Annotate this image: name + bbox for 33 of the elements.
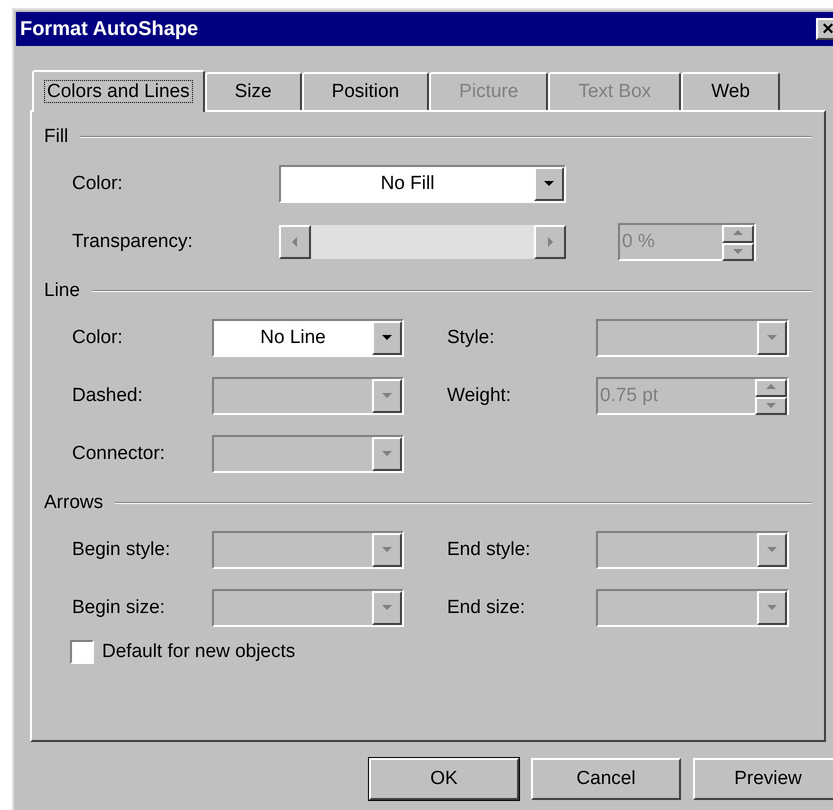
window-title: Format AutoShape <box>20 17 198 42</box>
dropdown-arrow-button[interactable] <box>372 321 402 355</box>
dropdown-field[interactable]: No Fill <box>279 165 566 203</box>
dialog-button[interactable]: OK <box>369 758 519 800</box>
dropdown-arrow-button[interactable] <box>534 167 564 201</box>
field-label: End style: <box>447 538 530 560</box>
spinner-value: 0 % <box>622 230 655 254</box>
field-label: Style: <box>447 326 495 348</box>
checkbox-label: Default for new objects <box>102 640 296 664</box>
field-label: Dashed: <box>72 384 143 406</box>
field-label: Begin size: <box>72 596 165 618</box>
section-heading: Line <box>44 278 80 303</box>
dialog-button[interactable]: Cancel <box>531 758 681 800</box>
dropdown-value: No Fill <box>380 172 434 196</box>
section-heading: Arrows <box>44 490 104 515</box>
field-label: Transparency: <box>72 230 193 252</box>
close-button[interactable]: × <box>816 18 833 40</box>
tab[interactable]: Position <box>302 72 430 110</box>
spinner-value: 0.75 pt <box>600 384 658 408</box>
field-label: Begin style: <box>72 538 170 560</box>
dialog-button[interactable]: Preview <box>693 758 833 800</box>
field-label: Color: <box>72 326 123 348</box>
field-label: Color: <box>72 172 123 194</box>
checkbox[interactable] <box>70 640 94 664</box>
field-label: Weight: <box>447 384 512 406</box>
tab[interactable]: Size <box>204 72 302 110</box>
field-label: Connector: <box>72 442 165 464</box>
section-heading: Fill <box>44 124 68 149</box>
dropdown-field[interactable]: No Line <box>212 319 404 357</box>
tab[interactable]: Web <box>681 72 780 110</box>
field-label: End size: <box>447 596 526 618</box>
dropdown-value: No Line <box>260 326 326 350</box>
tab[interactable]: Colors and Lines <box>32 70 205 112</box>
